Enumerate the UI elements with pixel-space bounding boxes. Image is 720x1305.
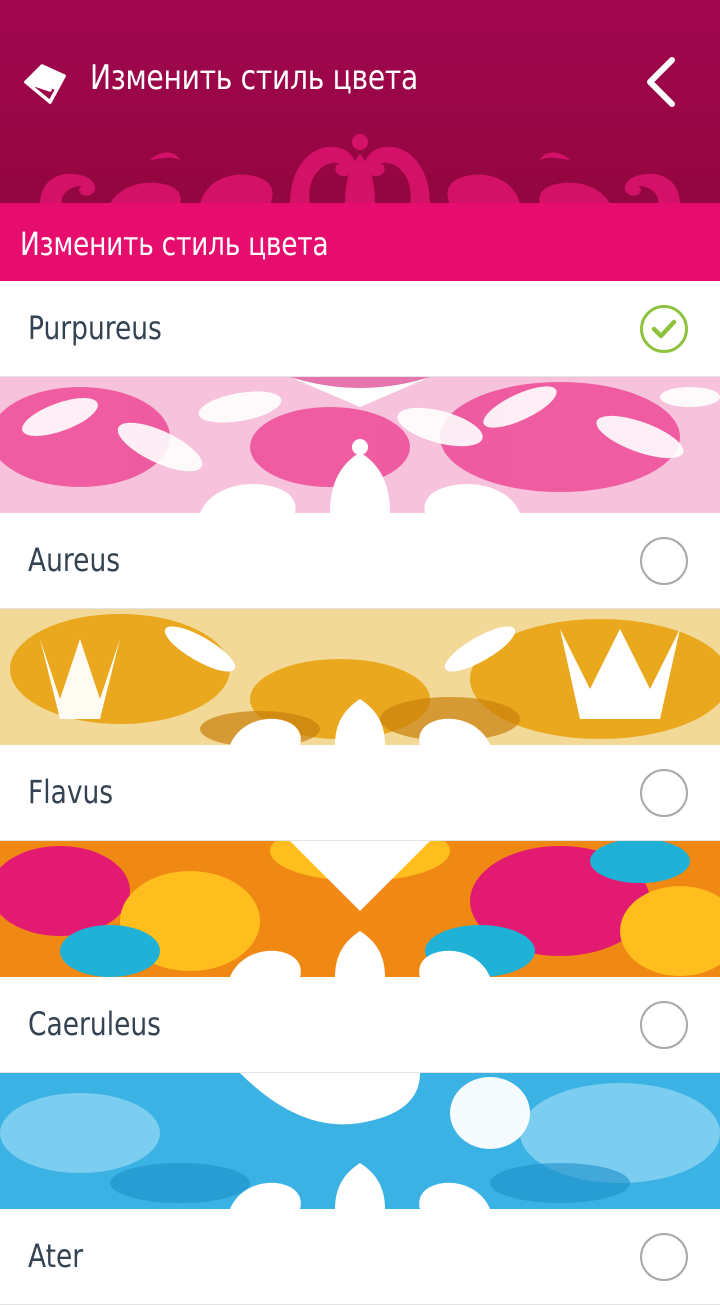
section-title: Изменить стиль цвета bbox=[20, 225, 329, 263]
color-style-list: Purpureus Aureus Flavus Caeruleus Ater bbox=[0, 281, 720, 1305]
radio-button[interactable] bbox=[640, 1001, 688, 1049]
option-label: Purpureus bbox=[28, 309, 162, 347]
option-ater[interactable]: Ater bbox=[0, 1209, 720, 1305]
option-flavus[interactable]: Flavus bbox=[0, 745, 720, 841]
option-label: Flavus bbox=[28, 773, 114, 811]
app-title: Изменить стиль цвета bbox=[90, 58, 418, 98]
preview-purpureus[interactable] bbox=[0, 377, 720, 513]
radio-button[interactable] bbox=[640, 769, 688, 817]
back-button[interactable] bbox=[636, 50, 686, 114]
option-label: Ater bbox=[28, 1237, 84, 1275]
header-ornament bbox=[40, 134, 680, 203]
radio-button[interactable] bbox=[640, 537, 688, 585]
option-label: Caeruleus bbox=[28, 1005, 161, 1043]
preview-flavus[interactable] bbox=[0, 841, 720, 977]
option-purpureus[interactable]: Purpureus bbox=[0, 281, 720, 377]
radio-button[interactable] bbox=[640, 1233, 688, 1281]
app-bar: Изменить стиль цвета bbox=[0, 0, 720, 203]
checkmark-icon[interactable] bbox=[640, 305, 688, 353]
option-label: Aureus bbox=[28, 541, 121, 579]
preview-aureus[interactable] bbox=[0, 609, 720, 745]
option-caeruleus[interactable]: Caeruleus bbox=[0, 977, 720, 1073]
section-header: Изменить стиль цвета bbox=[0, 203, 720, 281]
option-aureus[interactable]: Aureus bbox=[0, 513, 720, 609]
eraser-icon[interactable] bbox=[20, 60, 70, 108]
preview-caeruleus[interactable] bbox=[0, 1073, 720, 1209]
